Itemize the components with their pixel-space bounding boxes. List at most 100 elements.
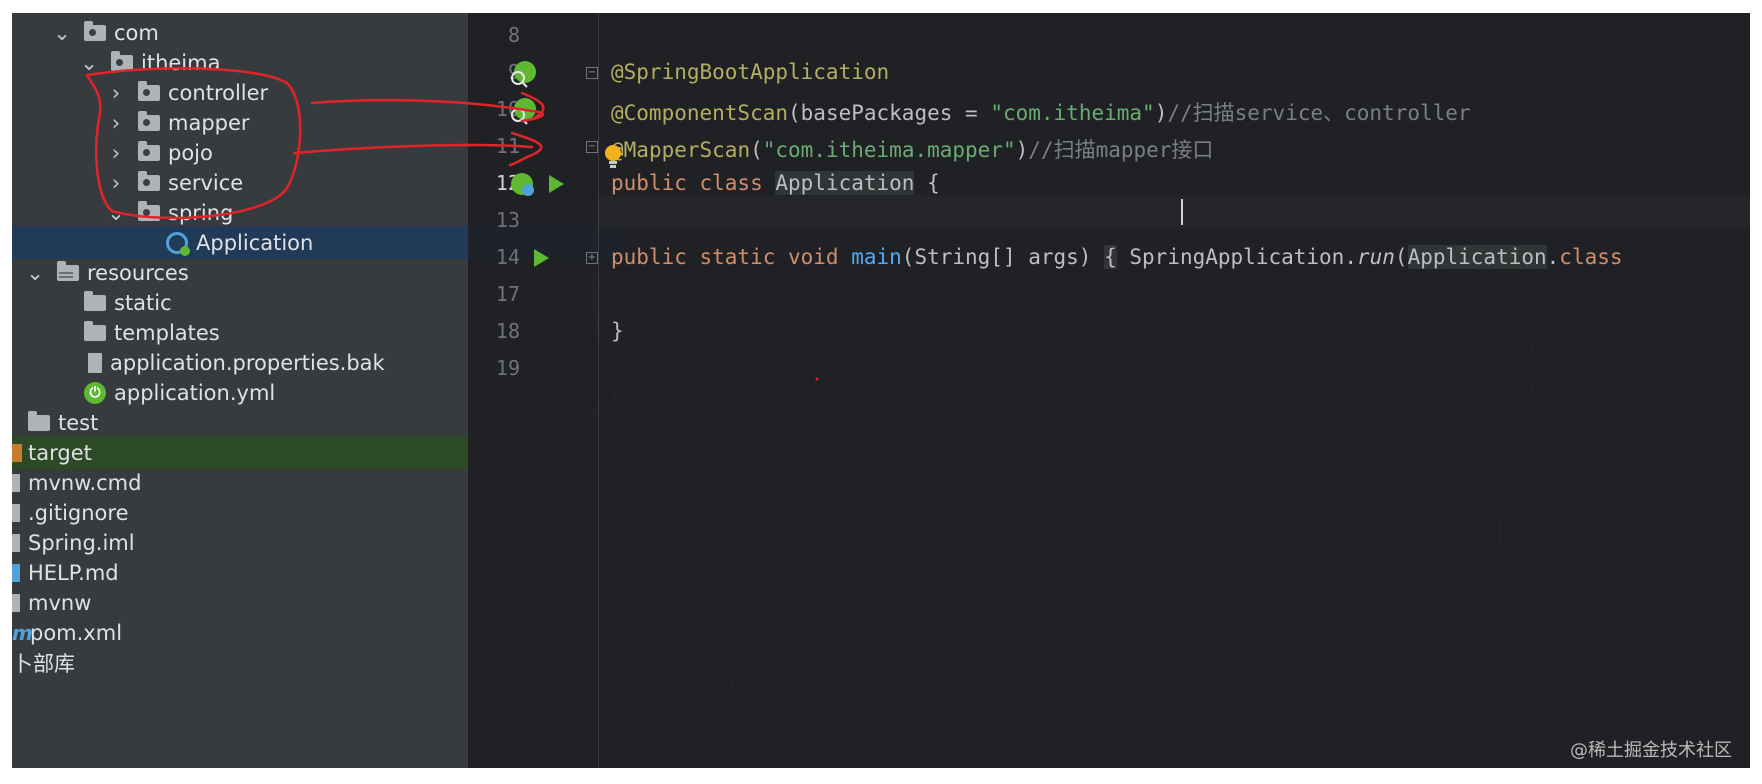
- code-line-9: @SpringBootApplication: [611, 60, 889, 84]
- code-token: "com.itheima": [990, 101, 1155, 125]
- code-token: ): [1154, 101, 1168, 125]
- line-number: 17: [495, 282, 520, 306]
- tree-item-label: com: [114, 20, 159, 45]
- code-line-18: }: [611, 319, 624, 343]
- spring-bean-icon[interactable]: [508, 59, 538, 89]
- tree-item-label: Application: [196, 230, 314, 255]
- markdown-icon: [12, 563, 20, 582]
- resources-folder-icon: [57, 260, 79, 281]
- line-number: 19: [495, 356, 520, 380]
- chevron-down-icon[interactable]: ⌄: [53, 16, 71, 49]
- code-token: MapperScan: [623, 138, 751, 162]
- tree-item-label: test: [58, 410, 99, 435]
- spring-bean-icon[interactable]: [508, 96, 538, 126]
- code-line-12: public class Application {: [611, 171, 940, 195]
- tree-item-application-yml[interactable]: ⏻ application.yml: [12, 376, 539, 409]
- code-token: (: [750, 138, 763, 162]
- ide-window: ⌄ com ⌄ itheima › controller › mapper ›: [12, 13, 1750, 768]
- line-number: 8: [507, 23, 520, 47]
- chevron-down-icon[interactable]: ⌄: [107, 196, 125, 229]
- current-line-highlight: [599, 196, 1750, 228]
- text-caret: [1181, 199, 1183, 225]
- tree-item-label: mvnw.cmd: [28, 470, 142, 495]
- tree-item-templates[interactable]: templates: [12, 316, 539, 349]
- package-icon: [138, 110, 160, 131]
- run-icon[interactable]: [545, 173, 567, 195]
- tree-item-target[interactable]: target: [12, 436, 467, 469]
- code-token: public static void: [611, 245, 852, 269]
- code-token: Application: [775, 171, 915, 195]
- code-token: class: [1559, 245, 1623, 269]
- tree-item-pom-xml[interactable]: m pom.xml: [12, 616, 467, 649]
- tree-item-help-md[interactable]: HELP.md: [12, 556, 467, 589]
- code-token: {: [914, 171, 940, 195]
- tree-item-label: pom.xml: [30, 620, 123, 645]
- tree-item-label: pojo: [168, 140, 213, 165]
- fold-icon[interactable]: −: [586, 141, 598, 153]
- package-icon: [138, 170, 160, 191]
- tree-item-label: application.yml: [114, 380, 276, 405]
- tree-item-label: service: [168, 170, 244, 195]
- code-token: (String[] args): [901, 245, 1105, 269]
- chevron-down-icon[interactable]: ⌄: [26, 256, 44, 289]
- line-number: 14: [495, 245, 520, 269]
- intention-bulb-icon[interactable]: [601, 143, 625, 173]
- editor-gutter: 8 9 10 11 12 13 14 17 18 19 − − +: [468, 13, 599, 768]
- expand-icon[interactable]: +: [586, 252, 598, 264]
- tree-item-label: templates: [114, 320, 220, 345]
- code-token: (basePackages =: [788, 101, 991, 125]
- package-icon: [138, 80, 160, 101]
- tree-item-itheima[interactable]: ⌄ itheima: [12, 46, 536, 79]
- run-icon[interactable]: [530, 247, 552, 269]
- code-token: {: [1104, 245, 1117, 269]
- tree-item-external-libraries[interactable]: 卜部库: [12, 646, 467, 679]
- tree-item-mvnw-cmd[interactable]: mvnw.cmd: [12, 466, 467, 499]
- tree-item-label: mapper: [168, 110, 250, 135]
- gitignore-icon: [12, 503, 20, 522]
- code-token: .: [1546, 245, 1560, 269]
- package-icon: [111, 50, 133, 71]
- tree-item-static[interactable]: static: [12, 286, 539, 319]
- tree-item-resources[interactable]: ⌄ resources: [12, 256, 482, 289]
- code-line-11: @MapperScan("com.itheima.mapper")//扫描map…: [611, 134, 1213, 164]
- tree-item-label: application.properties.bak: [110, 350, 385, 375]
- tree-item-gitignore[interactable]: .gitignore: [12, 496, 467, 529]
- code-comment: //扫描service、controller: [1167, 101, 1471, 125]
- code-comment: //扫描mapper接口: [1028, 138, 1214, 162]
- code-line-10: @ComponentScan(basePackages = "com.ithei…: [611, 97, 1471, 127]
- code-line-14: public static void main(String[] args) {…: [611, 245, 1623, 269]
- chevron-right-icon[interactable]: ›: [108, 166, 124, 199]
- code-token: @ComponentScan: [611, 101, 789, 125]
- spring-config-icon: ⏻: [84, 381, 106, 404]
- spring-boot-class-icon: [166, 231, 190, 256]
- line-number: 13: [495, 208, 520, 232]
- tree-item-label: Spring.iml: [28, 530, 135, 555]
- code-token: SpringApplication.: [1116, 245, 1357, 269]
- file-icon: [12, 473, 20, 492]
- tree-item-label: spring: [168, 200, 234, 225]
- chevron-right-icon[interactable]: ›: [108, 76, 124, 109]
- line-number: 11: [495, 134, 520, 158]
- chevron-right-icon[interactable]: ›: [108, 136, 124, 169]
- maven-icon: m: [12, 620, 33, 645]
- tree-item-spring-iml[interactable]: Spring.iml: [12, 526, 467, 559]
- chevron-right-icon[interactable]: ›: [108, 106, 124, 139]
- tree-item-mvnw[interactable]: mvnw: [12, 586, 467, 619]
- tree-item-label: static: [114, 290, 172, 315]
- tree-item-test[interactable]: test: [12, 406, 483, 439]
- tree-item-label: resources: [87, 260, 189, 285]
- code-editor[interactable]: 8 9 10 11 12 13 14 17 18 19 − − + @Sprin…: [468, 13, 1750, 768]
- tree-item-com[interactable]: ⌄ com: [12, 16, 509, 49]
- tree-item-label: controller: [168, 80, 269, 105]
- folder-icon: [84, 290, 106, 311]
- project-tree: ⌄ com ⌄ itheima › controller › mapper ›: [12, 13, 621, 768]
- spring-boot-app-icon[interactable]: [508, 170, 538, 200]
- tree-item-properties-bak[interactable]: application.properties.bak: [12, 346, 543, 379]
- file-icon: [88, 352, 102, 373]
- line-number: 18: [495, 319, 520, 343]
- chevron-down-icon[interactable]: ⌄: [80, 46, 98, 79]
- fold-icon[interactable]: −: [586, 67, 598, 79]
- package-icon: [84, 20, 106, 41]
- excluded-folder-icon: [12, 443, 22, 462]
- code-token: Application: [1407, 245, 1547, 269]
